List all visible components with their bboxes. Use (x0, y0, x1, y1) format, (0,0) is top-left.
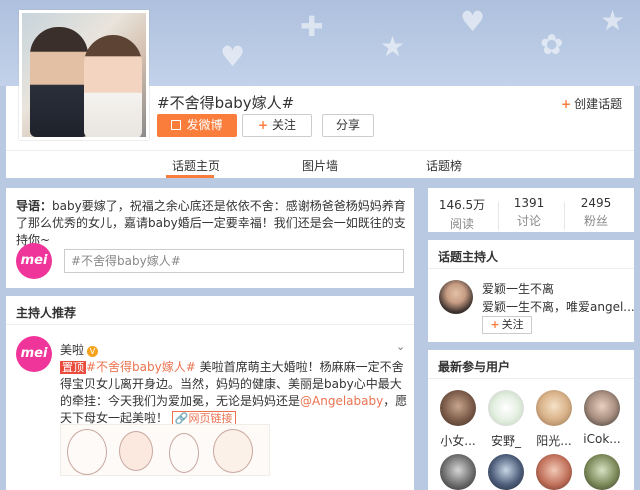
section-heading: 主持人推荐 (16, 306, 77, 320)
sketch-figure (213, 429, 253, 473)
stat-discussions: 1391 讨论 (513, 196, 545, 228)
sketch-figure (67, 429, 107, 475)
active-tab-indicator (166, 175, 214, 178)
cover-figure-right (84, 35, 142, 137)
stat-reads: 146.5万 阅读 (438, 198, 486, 231)
host-name[interactable]: 爱颖一生不离 (482, 280, 554, 297)
star-decoration-icon: ★ (600, 4, 626, 37)
follow-host-button[interactable]: + 关注 (482, 316, 532, 334)
post-weibo-button[interactable]: 发微博 (157, 114, 237, 137)
post-text: 置顶 #不舍得baby嫁人# 美啦首席萌主大婚啦！杨麻麻一定不舍得宝贝女儿离开身边… (60, 360, 408, 426)
avatar[interactable] (584, 454, 620, 490)
stat-fans: 2495 粉丝 (580, 196, 612, 228)
avatar[interactable] (488, 390, 524, 426)
puzzle-decoration-icon: ✚ (300, 10, 324, 43)
user-name[interactable]: 安野_ (481, 432, 531, 449)
topic-host-panel: 话题主持人 爱颖一生不离 爱颖一生不离，唯爱angel... + 关注 (428, 240, 635, 342)
user-name[interactable]: 小女... (433, 432, 483, 449)
create-topic-link[interactable]: + 创建话题 (561, 95, 622, 112)
host-avatar[interactable] (439, 280, 473, 314)
gear-decoration-icon: ✿ (540, 28, 564, 61)
tab-photo-wall[interactable]: 图片墙 (302, 157, 338, 174)
post-composer-input[interactable]: #不舍得baby嫁人# (64, 249, 404, 273)
new-users-panel: 最新参与用户 小女... 安野_ 阳光... iCok... (428, 350, 634, 490)
plus-icon: + (490, 318, 500, 331)
plus-icon: + (561, 97, 572, 111)
topic-intro: 导语：baby要嫁了，祝福之余心底还是依依不舍：感谢杨爸爸杨妈妈养育了那么优秀的… (16, 199, 406, 247)
post-image[interactable] (60, 424, 270, 476)
stats-panel: 146.5万 阅读 1391 讨论 2495 粉丝 (428, 188, 634, 232)
section-heading: 最新参与用户 (438, 360, 511, 374)
pinned-badge: 置顶 (60, 361, 86, 374)
section-heading: 话题主持人 (438, 250, 499, 264)
plus-icon: + (257, 118, 269, 132)
verified-icon: V (87, 346, 99, 357)
divider (6, 324, 414, 325)
user-name[interactable]: iCok... (577, 432, 627, 446)
follow-topic-button[interactable]: + 关注 (242, 114, 312, 137)
host-recommend-panel: 主持人推荐 mei 美啦 V ⌄ 置顶 #不舍得baby嫁人# 美啦首席萌主大婚啦！… (6, 296, 414, 490)
avatar[interactable] (536, 454, 572, 490)
sketch-figure (169, 433, 199, 473)
tab-topic-home[interactable]: 话题主页 (172, 157, 220, 174)
avatar[interactable] (536, 390, 572, 426)
author-avatar[interactable]: mei (16, 336, 52, 372)
avatar[interactable] (488, 454, 524, 490)
topic-tab-bar: 话题主页 图片墙 话题榜 (6, 150, 634, 178)
share-button[interactable]: 分享 (322, 114, 374, 137)
tab-topic-ranking[interactable]: 话题榜 (426, 157, 462, 174)
heart-decoration-icon: ♥ (220, 40, 246, 73)
intro-panel: 导语：baby要嫁了，祝福之余心底还是依依不舍：感谢杨爸爸杨妈妈养育了那么优秀的… (6, 188, 414, 288)
user-name[interactable]: 阳光... (529, 432, 579, 449)
divider (428, 378, 634, 379)
mei-logo-avatar: mei (16, 243, 52, 279)
topic-cover-image (19, 10, 149, 140)
post-author-name[interactable]: 美啦 V (60, 341, 99, 358)
avatar[interactable] (440, 390, 476, 426)
sketch-figure (119, 431, 153, 471)
topic-link[interactable]: #不舍得baby嫁人# (86, 360, 196, 374)
cover-figure-left (30, 27, 88, 137)
divider (564, 202, 565, 230)
avatar[interactable] (584, 390, 620, 426)
star-decoration-icon: ★ (380, 30, 406, 63)
avatar[interactable] (440, 454, 476, 490)
mention-link[interactable]: @Angelababy (300, 394, 383, 408)
topic-title: #不舍得baby嫁人# (157, 94, 295, 112)
chevron-down-icon[interactable]: ⌄ (396, 340, 405, 353)
edit-icon (171, 120, 182, 130)
heart-decoration-icon: ♥ (460, 5, 486, 38)
divider (428, 268, 634, 269)
host-description: 爱颖一生不离，唯爱angel... (482, 300, 635, 314)
